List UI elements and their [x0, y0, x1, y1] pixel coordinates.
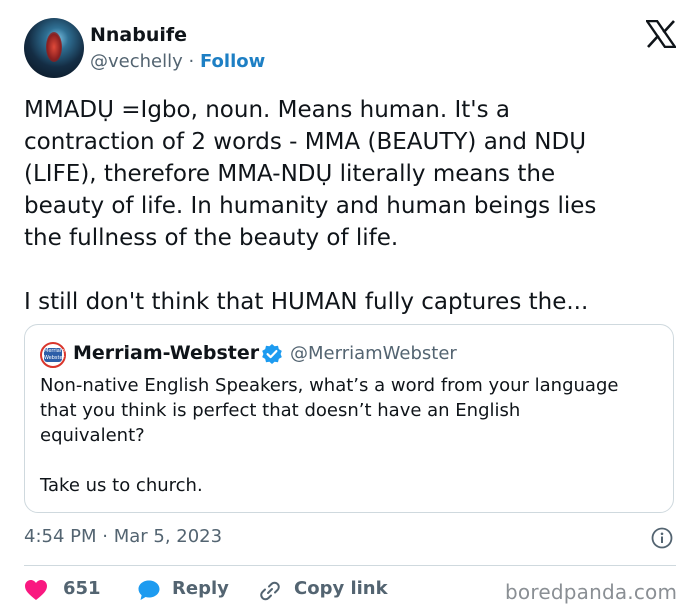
divider: [24, 565, 676, 566]
author-handle-line: @vechelly · Follow: [90, 51, 265, 72]
verified-badge-icon: [262, 344, 282, 364]
quoted-tweet-text: Non-native English Speakers, what’s a wo…: [40, 375, 619, 496]
copy-link-label[interactable]: Copy link: [294, 578, 388, 599]
x-logo-icon[interactable]: [646, 20, 676, 48]
like-count: 651: [63, 578, 101, 599]
reply-label[interactable]: Reply: [172, 578, 229, 599]
tweet-timestamp[interactable]: 4:54 PM · Mar 5, 2023: [24, 526, 222, 547]
author-handle[interactable]: @vechelly: [90, 51, 183, 72]
watermark: boredpanda.com: [505, 580, 678, 604]
quoted-author-avatar[interactable]: Merriam-Webster: [40, 342, 67, 368]
quoted-author-handle[interactable]: @MerriamWebster: [290, 343, 457, 364]
quoted-avatar-logo: Merriam-Webster: [44, 348, 67, 362]
info-icon[interactable]: [651, 527, 673, 549]
tweet-text: MMADỤ =Igbo, noun. Means human. It's a c…: [24, 97, 597, 315]
link-icon: [260, 581, 280, 601]
reply-bubble-icon: [138, 580, 160, 600]
author-avatar[interactable]: [24, 18, 84, 78]
separator-dot: ·: [188, 51, 195, 72]
follow-button[interactable]: Follow: [200, 51, 265, 72]
author-display-name[interactable]: Nnabuife: [90, 24, 187, 46]
quoted-tweet[interactable]: Merriam-Webster Merriam-Webster @Merriam…: [24, 324, 674, 513]
heart-icon: [25, 580, 47, 600]
quoted-author-name[interactable]: Merriam-Webster: [73, 342, 259, 364]
